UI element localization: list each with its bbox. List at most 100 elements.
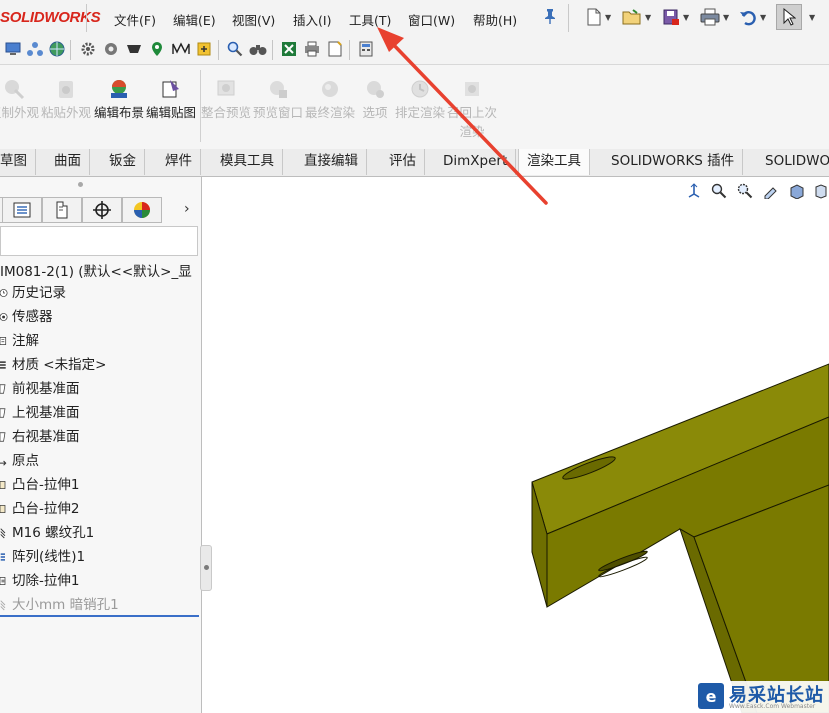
tab-solidworks-more[interactable]: SOLIDWO — [757, 149, 829, 175]
rollback-bar[interactable] — [0, 615, 199, 617]
tab-mold-tools[interactable]: 模具工具 — [212, 149, 283, 175]
tab-sheet-metal[interactable]: 钣金 — [101, 149, 145, 175]
select-button[interactable] — [776, 4, 802, 30]
tree-item-right-plane[interactable]: 右视基准面 — [0, 426, 80, 448]
mate-icon[interactable] — [171, 40, 191, 58]
tab-solidworks-addins[interactable]: SOLIDWORKS 插件 — [603, 149, 744, 175]
chevron-down-icon[interactable]: ▼ — [723, 13, 729, 22]
scene-icon — [111, 80, 127, 98]
print-icon — [700, 8, 720, 26]
part-root-node[interactable]: IM081-2(1) (默认<<默认>_显 — [0, 260, 201, 280]
extrude-icon — [0, 501, 10, 517]
graphics-area[interactable] — [202, 177, 829, 713]
tree-item-dowel-hole1[interactable]: 大小mm 暗销孔1 — [0, 594, 119, 616]
schedule-render-button[interactable]: 排定渲染 — [394, 78, 446, 122]
render-icon — [322, 81, 338, 97]
copy-appearance-button[interactable]: 复制外观 — [0, 78, 40, 122]
gear-icon[interactable] — [79, 40, 97, 58]
network-icon[interactable] — [26, 40, 44, 58]
select-dropdown[interactable]: ▼ — [806, 6, 815, 28]
print-button[interactable]: ▼ — [700, 6, 729, 28]
menu-insert[interactable]: 插入(I) — [293, 10, 331, 29]
edit-decal-button[interactable]: 编辑贴图 — [145, 78, 197, 122]
tab-direct-editing[interactable]: 直接编辑 — [296, 149, 367, 175]
display-icon[interactable] — [4, 40, 22, 58]
plane-icon — [0, 381, 10, 397]
tree-item-front-plane[interactable]: 前视基准面 — [0, 378, 80, 400]
tree-item-annotations[interactable]: 注解 — [0, 330, 39, 352]
menu-help[interactable]: 帮助(H) — [473, 10, 517, 29]
chevron-right-icon[interactable]: › — [184, 201, 190, 217]
zoom-to-fit-icon[interactable] — [709, 181, 729, 201]
edit-scene-button[interactable]: 编辑布景 — [93, 78, 145, 122]
menu-tools[interactable]: 工具(T) — [349, 10, 391, 29]
tree-filter-input[interactable] — [0, 226, 198, 256]
configuration-manager-tab[interactable] — [42, 197, 82, 223]
preview-window-icon — [270, 81, 287, 98]
view-orientation-icon[interactable] — [811, 181, 829, 201]
tree-item-origin[interactable]: 原点 — [0, 450, 39, 472]
chevron-down-icon[interactable]: ▼ — [683, 13, 689, 22]
preview-window-button[interactable]: 预览窗口 — [252, 78, 304, 122]
dimxpert-manager-tab[interactable] — [82, 197, 122, 223]
location-marker-icon[interactable] — [148, 40, 166, 58]
calculator-icon[interactable] — [357, 40, 375, 58]
tree-item-cut-extrude1[interactable]: 切除-拉伸1 — [0, 570, 79, 592]
tree-item-history[interactable]: 历史记录 — [0, 282, 66, 304]
bowl-icon[interactable] — [125, 40, 143, 58]
tab-dimxpert[interactable]: DimXpert — [435, 149, 517, 175]
settings-icon[interactable] — [102, 40, 120, 58]
save-button[interactable]: ▼ — [662, 6, 689, 28]
panel-grip[interactable] — [78, 182, 83, 187]
watermark-subtitle: Www.Easck.Com Webmaster — [729, 703, 816, 710]
model-view — [531, 363, 829, 713]
tree-item-sensors[interactable]: 传感器 — [0, 306, 53, 328]
tab-render-tools[interactable]: 渲染工具 — [518, 149, 590, 175]
zoom-to-area-icon[interactable] — [735, 181, 755, 201]
menu-window[interactable]: 窗口(W) — [408, 10, 455, 29]
pin-icon[interactable] — [543, 8, 559, 26]
cursor-icon — [783, 8, 796, 26]
chevron-down-icon[interactable]: ▼ — [605, 13, 611, 22]
origin-icon — [0, 453, 10, 469]
toolbar-divider — [218, 40, 219, 60]
decal-icon — [162, 80, 179, 98]
property-manager-tab[interactable] — [2, 197, 42, 223]
integrated-preview-button[interactable]: 整合预览 — [200, 78, 252, 122]
globe-icon[interactable] — [48, 40, 66, 58]
menu-file[interactable]: 文件(F) — [114, 10, 156, 29]
tree-item-linear-pattern1[interactable]: 阵列(线性)1 — [0, 546, 85, 568]
section-view-icon[interactable] — [787, 181, 807, 201]
tree-item-boss-extrude2[interactable]: 凸台-拉伸2 — [0, 498, 79, 520]
paste-appearance-button[interactable]: 粘贴外观 — [40, 78, 92, 122]
tree-item-boss-extrude1[interactable]: 凸台-拉伸1 — [0, 474, 79, 496]
tree-item-top-plane[interactable]: 上视基准面 — [0, 402, 80, 424]
excel-icon[interactable] — [280, 40, 298, 58]
tab-weldments[interactable]: 焊件 — [157, 149, 201, 175]
new-document-icon — [587, 8, 601, 26]
new-file-icon[interactable] — [326, 40, 344, 58]
recall-last-render-button[interactable]: 召回上次渲染 — [446, 78, 498, 141]
tree-item-m16-tapped-hole1[interactable]: M16 螺纹孔1 — [0, 522, 94, 544]
open-button[interactable]: ▼ — [622, 6, 651, 28]
zoom-icon[interactable] — [226, 40, 244, 58]
menu-edit[interactable]: 编辑(E) — [173, 10, 216, 29]
new-document-button[interactable]: ▼ — [586, 6, 611, 28]
tab-sketch[interactable]: 草图 — [0, 149, 36, 175]
print-icon[interactable] — [303, 40, 321, 58]
tab-surfaces[interactable]: 曲面 — [46, 149, 90, 175]
display-manager-tab[interactable] — [122, 197, 162, 223]
previous-view-icon[interactable] — [761, 181, 781, 201]
annotation-icon — [0, 333, 10, 349]
chevron-down-icon[interactable]: ▼ — [645, 13, 651, 22]
tab-evaluate[interactable]: 评估 — [381, 149, 425, 175]
binoculars-icon[interactable] — [249, 40, 267, 58]
watermark-logo: e — [698, 683, 724, 709]
menu-divider — [568, 4, 569, 32]
menu-view[interactable]: 视图(V) — [232, 10, 275, 29]
tree-item-material[interactable]: 材质 <未指定> — [0, 354, 106, 376]
undo-button[interactable]: ▼ — [739, 6, 766, 28]
chevron-down-icon[interactable]: ▼ — [760, 13, 766, 22]
flow-icon[interactable] — [195, 40, 213, 58]
view-axis-icon[interactable] — [684, 181, 704, 201]
